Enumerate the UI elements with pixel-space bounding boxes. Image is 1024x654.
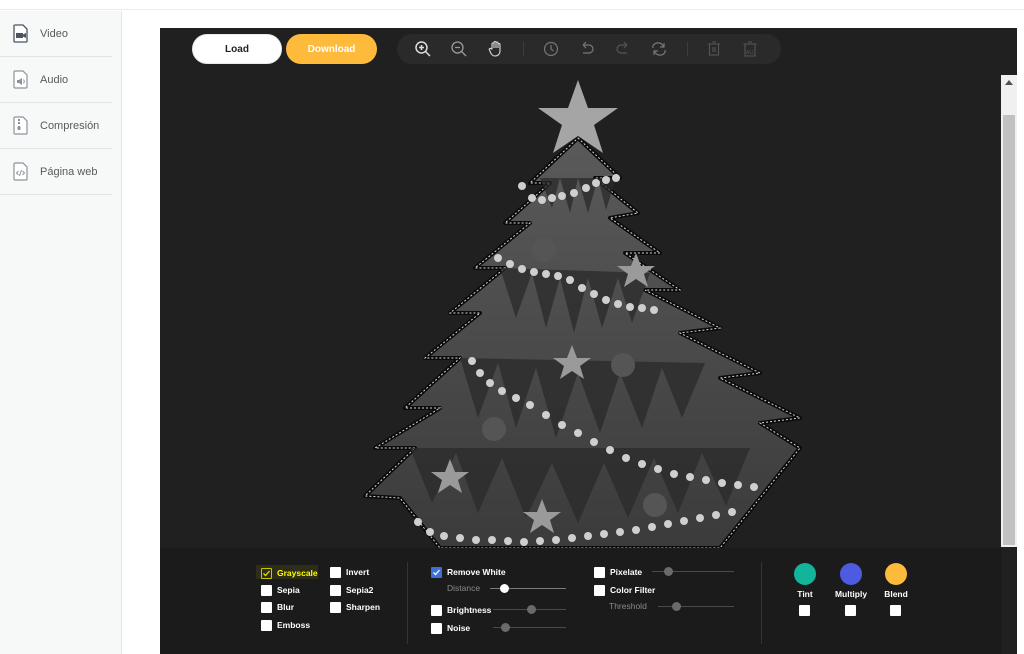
blend-color-swatch[interactable] <box>885 563 907 585</box>
filter-remove-white[interactable]: Remove White <box>431 565 506 579</box>
filter-label: Sepia2 <box>346 585 374 595</box>
blur-checkbox[interactable] <box>261 601 272 613</box>
color-filter-checkbox[interactable] <box>594 584 605 596</box>
tint-checkbox[interactable] <box>799 605 810 616</box>
sidebar-item-video[interactable]: Video <box>0 11 112 57</box>
distance-label: Distance <box>447 583 481 593</box>
code-file-icon <box>12 162 30 182</box>
multiply-checkbox[interactable] <box>845 605 856 616</box>
sidebar-item-audio[interactable]: Audio <box>0 57 112 103</box>
invert-checkbox[interactable] <box>330 566 341 578</box>
pixelate-slider-knob[interactable] <box>664 566 673 576</box>
tint-color-swatch[interactable] <box>794 563 816 585</box>
filter-invert[interactable]: Invert <box>330 565 369 579</box>
filter-pixelate[interactable]: Pixelate <box>594 565 642 579</box>
filter-label: Invert <box>346 567 370 577</box>
blend-checkbox[interactable] <box>890 605 901 616</box>
scroll-up-arrow-icon[interactable] <box>1005 80 1013 85</box>
filter-emboss[interactable]: Emboss <box>261 618 310 632</box>
distance-slider-knob[interactable] <box>500 583 509 593</box>
filter-sepia2[interactable]: Sepia2 <box>330 583 373 597</box>
threshold-label: Threshold <box>609 601 647 611</box>
brightness-slider-knob[interactable] <box>527 604 536 614</box>
panel-divider <box>761 562 762 644</box>
audio-file-icon <box>12 70 30 90</box>
filter-label: Pixelate <box>610 567 643 577</box>
sidebar-item-pagina-web[interactable]: Página web <box>0 149 112 195</box>
blend-label: Blend <box>884 589 908 599</box>
filter-label: Blur <box>277 602 294 612</box>
grayscale-checkbox[interactable] <box>261 567 272 579</box>
sharpen-checkbox[interactable] <box>330 601 341 613</box>
filter-sharpen[interactable]: Sharpen <box>330 600 380 614</box>
top-bar <box>0 0 1024 10</box>
video-file-icon <box>12 24 30 44</box>
sidebar-item-compresion[interactable]: Compresión <box>0 103 112 149</box>
brightness-checkbox[interactable] <box>431 604 442 616</box>
filter-sepia[interactable]: Sepia <box>261 583 300 597</box>
filter-label: Grayscale <box>277 568 318 578</box>
filter-label: Sharpen <box>346 602 381 612</box>
multiply-color-swatch[interactable] <box>840 563 862 585</box>
sidebar-item-label: Página web <box>40 165 98 178</box>
sidebar: Video Audio Compresión Página web <box>0 11 122 654</box>
threshold-slider[interactable] <box>658 606 734 607</box>
sidebar-item-label: Video <box>40 27 68 40</box>
filter-brightness[interactable]: Brightness <box>431 603 491 617</box>
sepia2-checkbox[interactable] <box>330 584 341 596</box>
emboss-checkbox[interactable] <box>261 619 272 631</box>
filter-label: Noise <box>447 623 471 633</box>
scrollbar-thumb[interactable] <box>1003 115 1015 545</box>
sepia-checkbox[interactable] <box>261 584 272 596</box>
threshold-slider-knob[interactable] <box>672 601 681 611</box>
filter-label: Color Filter <box>610 585 656 595</box>
noise-checkbox[interactable] <box>431 622 442 634</box>
filter-color-filter[interactable]: Color Filter <box>594 583 655 597</box>
panel-divider <box>407 562 408 644</box>
filter-label: Emboss <box>277 620 311 630</box>
filter-grayscale[interactable]: Grayscale <box>261 566 318 580</box>
remove-white-checkbox[interactable] <box>431 566 442 578</box>
vertical-scrollbar[interactable] <box>1001 75 1017 547</box>
filter-blur[interactable]: Blur <box>261 600 294 614</box>
sidebar-item-label: Audio <box>40 73 69 86</box>
filter-label: Sepia <box>277 585 300 595</box>
sidebar-item-label: Compresión <box>40 119 100 132</box>
pixelate-checkbox[interactable] <box>594 566 605 578</box>
canvas-image[interactable] <box>160 28 1002 548</box>
filters-panel: Grayscale Sepia Blur Emboss Invert Sepia… <box>160 548 1002 654</box>
filter-label: Remove White <box>447 567 506 577</box>
zip-file-icon <box>12 116 30 136</box>
noise-slider-knob[interactable] <box>501 622 510 632</box>
filter-label: Brightness <box>447 605 492 615</box>
filter-noise[interactable]: Noise <box>431 621 470 635</box>
